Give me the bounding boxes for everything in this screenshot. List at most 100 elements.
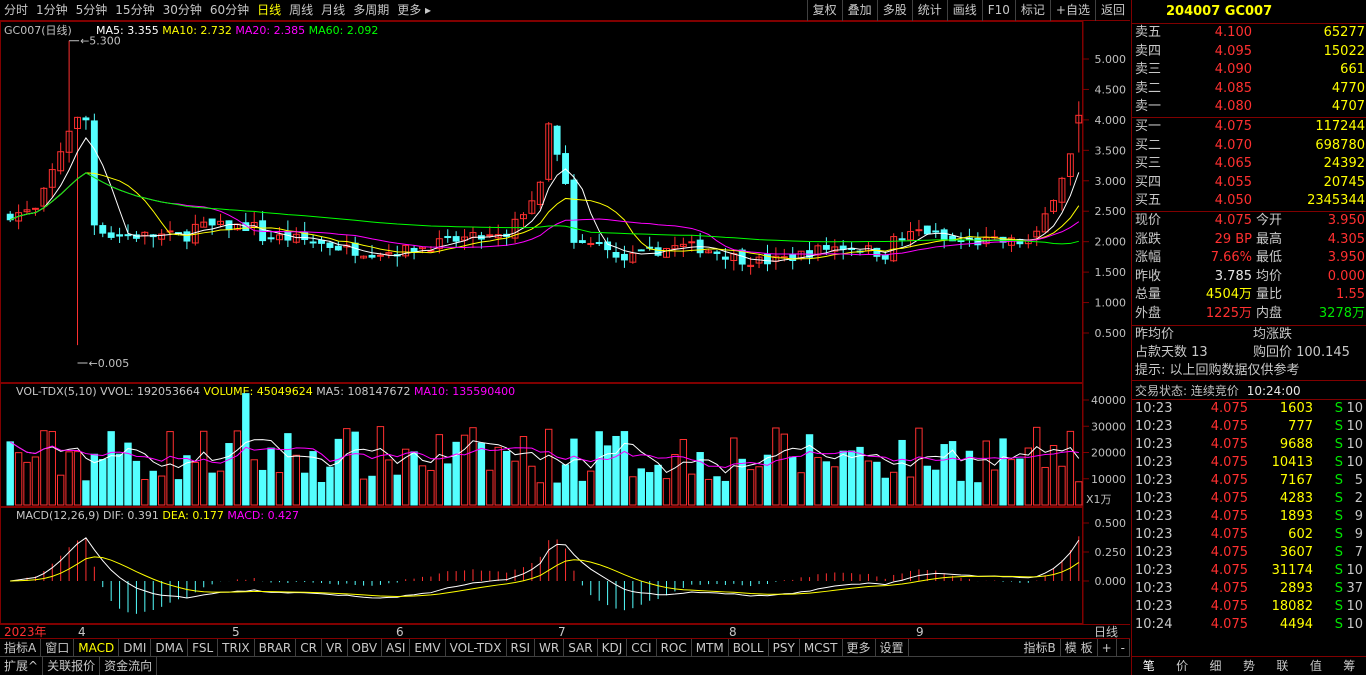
indicator-tab[interactable]: BOLL <box>729 639 769 656</box>
tick-count: 9 <box>1354 508 1363 524</box>
orderbook-row[interactable]: 买三 4.065 24392 <box>1132 155 1366 174</box>
timeframe-tab[interactable]: 多周期 <box>349 0 393 21</box>
timeframe-tab[interactable]: 5分钟 <box>72 0 112 21</box>
orderbook-row[interactable]: 买一 4.075 117244 <box>1132 118 1366 137</box>
volume-bar <box>435 434 444 506</box>
orderbook-row[interactable]: 卖三 4.090 661 <box>1132 61 1366 80</box>
panel-tab[interactable]: 笔 <box>1132 657 1165 675</box>
orderbook-price: 4.095 <box>1214 43 1252 59</box>
indicator-right-tab[interactable]: 指标B <box>1020 639 1061 656</box>
indicator-tab[interactable]: EMV <box>410 639 446 656</box>
candle-body <box>578 240 586 243</box>
indicator-tab[interactable]: PSY <box>769 639 800 656</box>
tick-list[interactable]: 10:23 4.075 1603 S 10 10:23 4.075 777 S 10 10:23 4.… <box>1132 400 1366 634</box>
bottom-tab[interactable]: 关联报价 <box>43 657 101 675</box>
indicator-tab[interactable]: FSL <box>188 639 219 656</box>
orderbook-row[interactable]: 买五 4.050 2345344 <box>1132 192 1366 211</box>
tick-time: 10:23 <box>1135 400 1173 416</box>
trade-status-time: 10:24:00 <box>1246 383 1301 398</box>
panel-tab[interactable]: 价 <box>1165 657 1198 675</box>
indicator-tab[interactable]: WR <box>535 639 565 656</box>
date-axis: 2023年 4 5 6 7 8 9 日线 <box>0 624 1130 639</box>
orderbook-row[interactable]: 卖一 4.080 4707 <box>1132 98 1366 117</box>
tool-button[interactable]: 复权 <box>806 0 842 21</box>
indicator-tab[interactable]: DMA <box>151 639 189 656</box>
tool-button[interactable]: +自选 <box>1049 0 1095 21</box>
indicator-tab[interactable]: ASI <box>382 639 411 656</box>
indicator-tab[interactable]: RSI <box>507 639 536 656</box>
indicator-tab[interactable]: TRIX <box>218 639 255 656</box>
tool-button[interactable]: 标记 <box>1014 0 1050 21</box>
volume-bar <box>889 471 898 506</box>
volume-bar <box>570 438 578 506</box>
macd-legend-item: MACD: 0.427 <box>224 509 299 522</box>
panel-tab[interactable]: 值 <box>1299 657 1332 675</box>
indicator-tab[interactable]: VR <box>322 639 348 656</box>
panel-tab[interactable]: 筹 <box>1333 657 1366 675</box>
indicator-tab[interactable]: 设置 <box>876 639 909 656</box>
tool-button[interactable]: F10 <box>981 0 1015 21</box>
bottom-tab[interactable]: 扩展^ <box>0 657 44 675</box>
indicator-tab[interactable]: MCST <box>800 639 843 656</box>
timeframe-tab[interactable]: 日线 <box>253 0 285 21</box>
timeframe-tab[interactable]: 15分钟 <box>111 0 158 21</box>
timeframe-tab[interactable]: 30分钟 <box>159 0 206 21</box>
orderbook-row[interactable]: 买四 4.055 20745 <box>1132 174 1366 193</box>
indicator-tab[interactable]: 更多 <box>843 639 876 656</box>
timeframe-tab[interactable]: 分时 <box>0 0 32 21</box>
panel-tab[interactable]: 细 <box>1199 657 1232 675</box>
indicator-tab[interactable]: KDJ <box>598 639 628 656</box>
indicator-tab[interactable]: ROC <box>657 639 692 656</box>
orderbook-row[interactable]: 卖二 4.085 4770 <box>1132 80 1366 99</box>
orderbook-row[interactable]: 卖四 4.095 15022 <box>1132 43 1366 62</box>
indicator-right-tab[interactable]: 模 板 <box>1061 639 1098 656</box>
macd-legend-item: MACD(12,26,9) <box>16 509 100 522</box>
tick-price: 4.075 <box>1210 526 1248 542</box>
bottom-tab[interactable]: 资金流向 <box>100 657 158 675</box>
tool-button[interactable]: 叠加 <box>841 0 877 21</box>
indicator-tab[interactable]: MACD <box>74 639 120 656</box>
tool-button[interactable]: 返回 <box>1094 0 1130 21</box>
indicator-right-tab[interactable]: - <box>1117 639 1130 656</box>
volume-bar <box>418 465 427 506</box>
indicator-tab[interactable]: VOL-TDX <box>446 639 507 656</box>
indicator-tab[interactable]: CR <box>296 639 322 656</box>
quote-row: 外盘 1225万 内盘 3278万 <box>1132 305 1366 324</box>
indicator-tab[interactable]: SAR <box>564 639 598 656</box>
timeframe-tab[interactable]: 月线 <box>317 0 349 21</box>
tick-side: S <box>1334 400 1343 416</box>
panel-tab[interactable]: 联 <box>1266 657 1299 675</box>
tool-button[interactable]: 多股 <box>876 0 912 21</box>
kline-chart[interactable]: 5.000 4.500 4.000 3.500 3.000 2.500 2.000 1.500… <box>0 21 1130 624</box>
timeframe-tab[interactable]: 60分钟 <box>206 0 253 21</box>
macd-legend-item: DEA: 0.177 <box>159 509 224 522</box>
volume-bar <box>1016 458 1024 506</box>
volume-bar <box>99 459 107 506</box>
date-tab[interactable]: 日线 <box>1094 625 1118 639</box>
candle-body <box>376 254 384 257</box>
tick-volume: 602 <box>1288 526 1313 542</box>
orderbook-row[interactable]: 买二 4.070 698780 <box>1132 137 1366 156</box>
quote-value: 3.950 <box>1327 212 1365 228</box>
volume-bar <box>620 431 629 506</box>
indicator-tab[interactable]: OBV <box>348 639 383 656</box>
indicator-tab[interactable]: 窗口 <box>41 639 75 656</box>
ma5-line <box>10 137 1080 262</box>
volume-bar <box>772 427 780 506</box>
volume-bar <box>40 430 48 506</box>
indicator-tab[interactable]: MTM <box>692 639 729 656</box>
indicator-tab[interactable]: 指标A <box>0 639 42 656</box>
tool-button[interactable]: 统计 <box>911 0 947 21</box>
orderbook-row[interactable]: 卖五 4.100 65277 <box>1132 24 1366 43</box>
indicator-tab[interactable]: BRAR <box>255 639 297 656</box>
timeframe-tab[interactable]: 周线 <box>285 0 317 21</box>
indicator-right-tab[interactable]: + <box>1098 639 1117 656</box>
panel-tab[interactable]: 势 <box>1232 657 1265 675</box>
indicator-tab[interactable]: DMI <box>119 639 152 656</box>
candle-body <box>881 254 889 260</box>
timeframe-tab[interactable]: 更多 ▸ <box>393 0 435 21</box>
candle-body <box>116 234 124 237</box>
timeframe-tab[interactable]: 1分钟 <box>32 0 72 21</box>
tool-button[interactable]: 画线 <box>946 0 982 21</box>
indicator-tab[interactable]: CCI <box>627 639 657 656</box>
